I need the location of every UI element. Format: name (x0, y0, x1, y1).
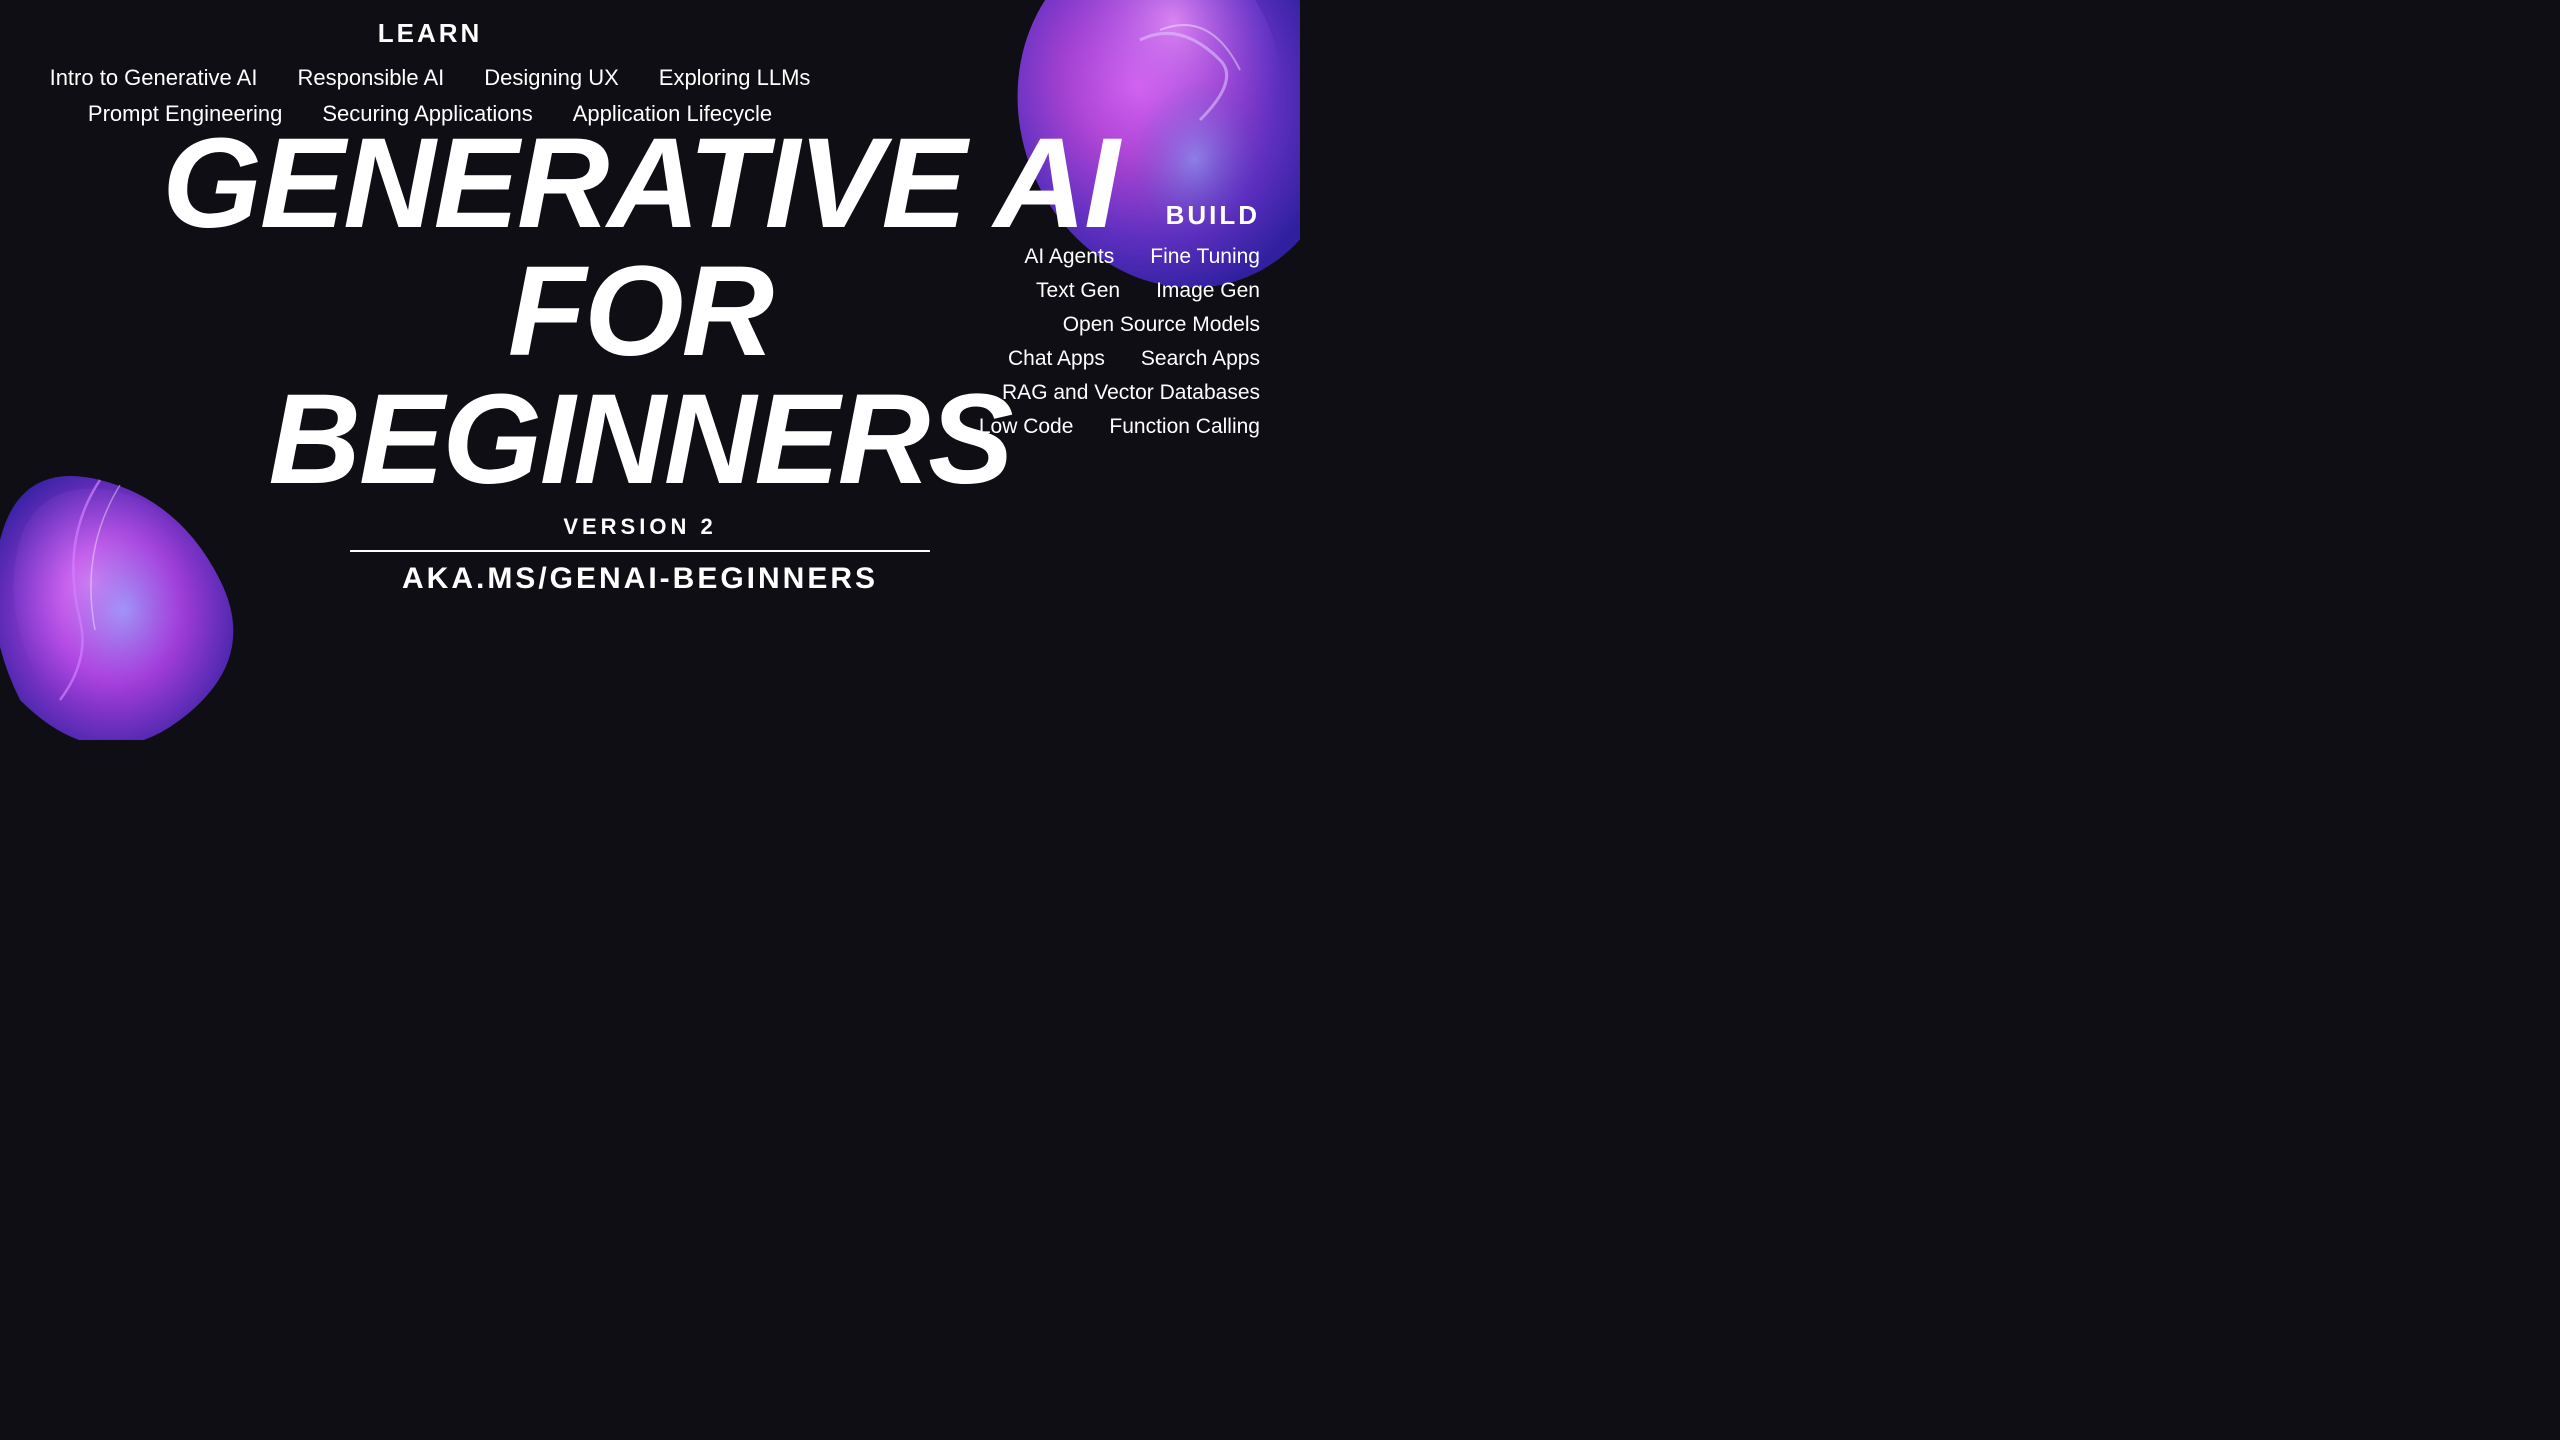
build-item-search-apps: Search Apps (1141, 347, 1260, 371)
url-label: AKA.MS/GENAI-BEGINNERS (0, 562, 1280, 596)
build-item-ai-agents: AI Agents (1024, 245, 1114, 269)
build-label: BUILD (880, 200, 1260, 231)
learn-item-intro: Intro to Generative AI (50, 65, 258, 91)
build-item-fine-tuning: Fine Tuning (1150, 245, 1260, 269)
learn-row1: Intro to Generative AI Responsible AI De… (20, 65, 840, 91)
build-section: BUILD AI Agents Fine Tuning Text Gen Ima… (880, 200, 1260, 449)
build-item-image-gen: Image Gen (1156, 279, 1260, 303)
build-item-chat-apps: Chat Apps (1008, 347, 1105, 371)
build-row1: AI Agents Fine Tuning (880, 245, 1260, 269)
build-item-low-code: Low Code (979, 415, 1074, 439)
divider (350, 550, 930, 552)
learn-item-responsible: Responsible AI (297, 65, 444, 91)
build-item-open-source: Open Source Models (880, 313, 1260, 337)
build-row2: Text Gen Image Gen (880, 279, 1260, 303)
build-row4: Chat Apps Search Apps (880, 347, 1260, 371)
learn-label: LEARN (20, 18, 840, 49)
build-item-text-gen: Text Gen (1036, 279, 1120, 303)
page-container: LEARN Intro to Generative AI Responsible… (0, 0, 1280, 720)
version-label: VERSION 2 (0, 514, 1280, 540)
build-item-function-calling: Function Calling (1109, 415, 1260, 439)
learn-item-llms: Exploring LLMs (659, 65, 811, 91)
build-row6: Low Code Function Calling (880, 415, 1260, 439)
build-item-rag: RAG and Vector Databases (880, 381, 1260, 405)
learn-item-ux: Designing UX (484, 65, 619, 91)
